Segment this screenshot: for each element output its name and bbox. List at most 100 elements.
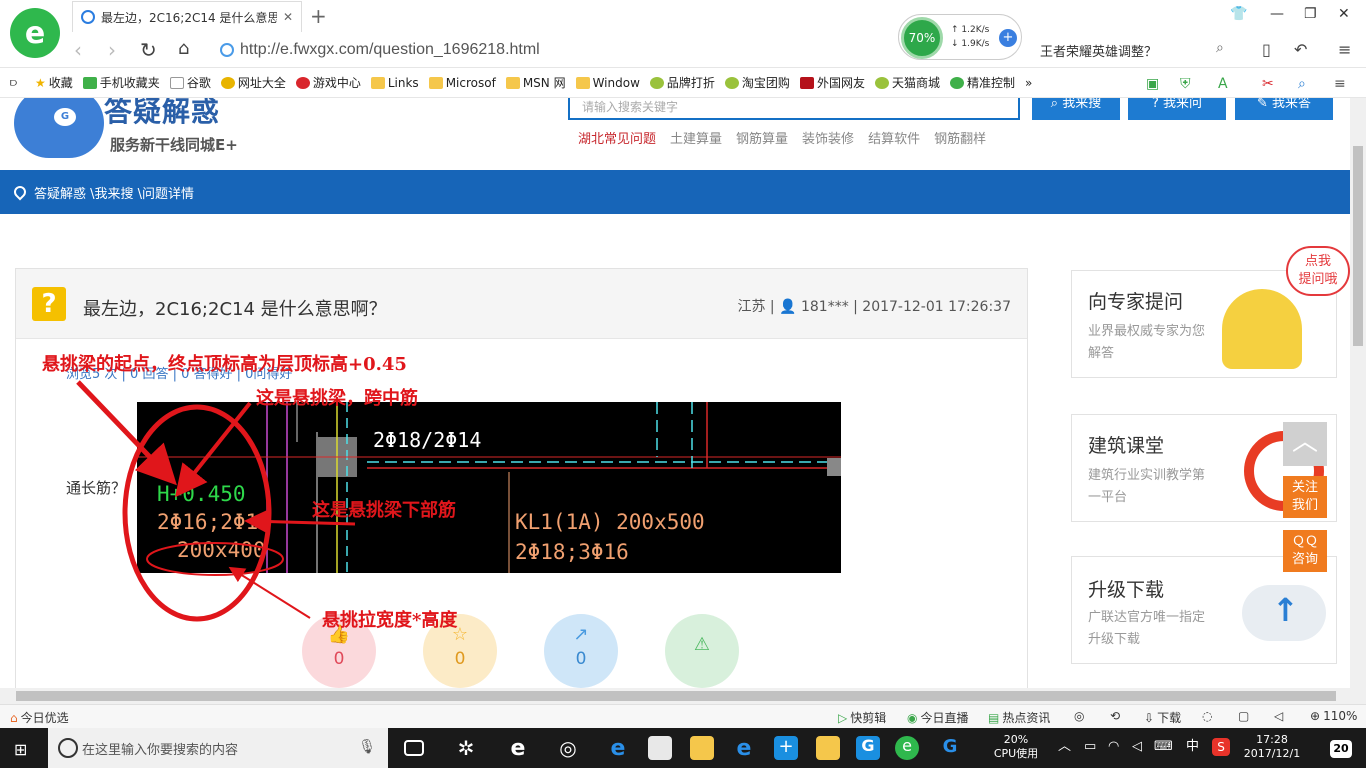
plus-app-icon[interactable]: + — [774, 736, 798, 760]
tab-active[interactable]: 最左边，2C16;2C14 是什么意思 ✕ — [72, 1, 302, 32]
category-link[interactable]: 土建算量 — [670, 128, 722, 147]
minimize-icon[interactable]: — — [1270, 6, 1284, 22]
vertical-scrollbar[interactable] — [1350, 98, 1366, 688]
search-button[interactable]: ⌕ 我来搜 — [1032, 98, 1120, 120]
bookmark-item[interactable]: 手机收藏夹 — [82, 74, 160, 91]
speed-icon[interactable]: ◎ — [1074, 709, 1084, 723]
window-icon[interactable]: ▢ — [1238, 709, 1249, 723]
today-picks[interactable]: ⌂ 今日优选 — [10, 709, 69, 726]
browser-taskbar-icon[interactable]: e — [895, 736, 919, 760]
volume-icon[interactable]: ◁ — [1274, 709, 1283, 723]
restore-icon[interactable]: ❐ — [1304, 6, 1317, 22]
tray-expand-icon[interactable]: ︿ — [1058, 740, 1071, 754]
sogou-icon[interactable]: S — [1212, 738, 1230, 756]
notes-app-icon[interactable] — [816, 736, 840, 760]
close-window-icon[interactable]: ✕ — [1338, 6, 1350, 22]
sync-icon[interactable]: ⟲ — [1110, 709, 1120, 723]
chrome-app-icon[interactable]: ◎ — [556, 736, 580, 760]
hot-news[interactable]: ▤ 热点资讯 — [988, 709, 1050, 726]
category-link[interactable]: 湖北常见问题 — [578, 128, 656, 147]
sidebar-toggle-icon[interactable]: ⫐ — [10, 75, 17, 90]
back-icon[interactable]: ‹ — [74, 38, 82, 62]
qq-consult-button[interactable]: ＱＱ 咨询 — [1283, 530, 1327, 572]
more-bookmarks-icon[interactable]: » — [1025, 76, 1032, 90]
browser-search-input[interactable]: 王者荣耀英雄调整？ — [1040, 36, 1240, 64]
shirt-icon[interactable]: 👕 — [1230, 6, 1247, 22]
shield-icon[interactable]: ⛨ — [1180, 76, 1191, 92]
bookmark-item[interactable]: 天猫商城 — [874, 74, 940, 91]
undo-icon[interactable]: ↶ — [1294, 40, 1307, 59]
phone-icon[interactable]: ▯ — [1262, 40, 1271, 59]
scissors-icon[interactable]: ✂ — [1262, 76, 1274, 92]
bookmark-item[interactable]: Window — [575, 76, 640, 90]
taskbar-search-input[interactable]: 在这里输入你要搜索的内容 🎙 — [48, 728, 388, 768]
bookmark-item[interactable]: ★ 收藏 — [35, 74, 73, 91]
download-card[interactable]: 升级下载 广联达官方唯一指定升级下载 ↑ — [1071, 556, 1337, 664]
translate-icon[interactable]: A — [1218, 76, 1228, 92]
speaker-icon[interactable]: ◁ — [1132, 740, 1142, 754]
bookmark-item[interactable]: MSN 网 — [505, 74, 566, 91]
edge-icon[interactable]: e — [606, 736, 630, 761]
browser-logo-icon[interactable]: e — [10, 8, 60, 58]
g-app-icon[interactable]: G — [938, 736, 962, 760]
bookmark-item[interactable]: Links — [370, 76, 419, 90]
horizontal-scroll-thumb[interactable] — [16, 691, 1336, 701]
bookmark-item[interactable]: 网址大全 — [220, 74, 286, 91]
keyboard-icon[interactable]: ⌨ — [1154, 740, 1173, 754]
forward-icon[interactable]: › — [108, 38, 116, 62]
url-field[interactable]: http://e.fwxgx.com/question_1696218.html — [220, 36, 900, 64]
today-live[interactable]: ◉ 今日直播 — [907, 709, 969, 726]
bookmark-item[interactable]: 精准控制 — [949, 74, 1015, 91]
quick-edit[interactable]: ▷ 快剪辑 — [838, 709, 886, 726]
task-view-icon[interactable] — [404, 740, 424, 756]
internet-explorer-icon[interactable]: e — [732, 736, 756, 761]
category-link[interactable]: 装饰装修 — [802, 128, 854, 147]
ask-me-bubble[interactable]: 点我 提问哦 — [1286, 246, 1350, 296]
site-search-input[interactable]: 请输入搜索关键字 — [568, 98, 1020, 120]
bookmark-item[interactable]: Microsof — [428, 76, 496, 90]
ask-button[interactable]: ? 我来问 — [1128, 98, 1226, 120]
battery-icon[interactable]: ▭ — [1084, 740, 1096, 754]
refresh-icon[interactable]: ↻ — [140, 38, 157, 62]
search-icon[interactable]: ⌕ — [1216, 40, 1224, 56]
answer-button[interactable]: ✎ 我来答 — [1235, 98, 1333, 120]
glodon-app-icon[interactable]: G — [856, 736, 880, 760]
file-explorer-icon[interactable] — [690, 736, 714, 760]
close-tab-icon[interactable]: ✕ — [283, 10, 293, 24]
home-icon[interactable]: ⌂ — [178, 38, 189, 59]
bookmark-item[interactable]: 淘宝团购 — [724, 74, 790, 91]
zoom-level[interactable]: ⊕ 110% — [1310, 709, 1357, 723]
magnifier-icon[interactable]: ⌕ — [1298, 76, 1306, 92]
more-tools-icon[interactable]: ≡ — [1334, 76, 1346, 92]
fan-app-icon[interactable]: ✲ — [454, 736, 478, 760]
new-tab-icon[interactable]: + — [310, 4, 327, 28]
bookmark-item[interactable]: 谷歌 — [169, 74, 211, 91]
horizontal-scrollbar[interactable] — [0, 688, 1366, 704]
store-icon[interactable] — [648, 736, 672, 760]
back-to-top-icon[interactable]: ︿ — [1283, 422, 1327, 466]
network-speed-widget[interactable]: 70% ↑ 1.2K/s ↓ 1.9K/s + — [898, 14, 1022, 60]
clock[interactable]: 17:28 2017/12/1 — [1240, 733, 1304, 761]
category-link[interactable]: 钢筋翻样 — [934, 128, 986, 147]
clean-icon[interactable]: ◌ — [1202, 709, 1212, 723]
download-status[interactable]: ⇩ 下载 — [1144, 709, 1181, 726]
ime-indicator[interactable]: 中 — [1186, 740, 1199, 754]
vertical-scroll-thumb[interactable] — [1353, 146, 1363, 346]
share-button[interactable]: ↗ 0 — [544, 614, 618, 688]
reader-icon[interactable]: ▣ — [1146, 76, 1159, 92]
menu-icon[interactable]: ≡ — [1338, 40, 1351, 59]
bookmark-item[interactable]: 外国网友 — [799, 74, 865, 91]
breadcrumb[interactable]: 答疑解惑 \我来搜 \问题详情 — [34, 183, 194, 202]
bookmark-item[interactable]: 游戏中心 — [295, 74, 361, 91]
report-button[interactable]: ⚠ — [665, 614, 739, 688]
notification-count[interactable]: 20 — [1330, 740, 1352, 758]
microphone-icon[interactable]: 🎙 — [358, 739, 376, 755]
ie-browser-icon[interactable]: e — [506, 736, 530, 761]
follow-us-button[interactable]: 关注 我们 — [1283, 476, 1327, 518]
speed-boost-icon[interactable]: + — [999, 29, 1017, 47]
windows-start-icon[interactable]: ⊞ — [14, 740, 27, 759]
category-link[interactable]: 钢筋算量 — [736, 128, 788, 147]
category-link[interactable]: 结算软件 — [868, 128, 920, 147]
bookmark-item[interactable]: 品牌打折 — [649, 74, 715, 91]
wifi-icon[interactable]: ◠ — [1108, 740, 1119, 754]
